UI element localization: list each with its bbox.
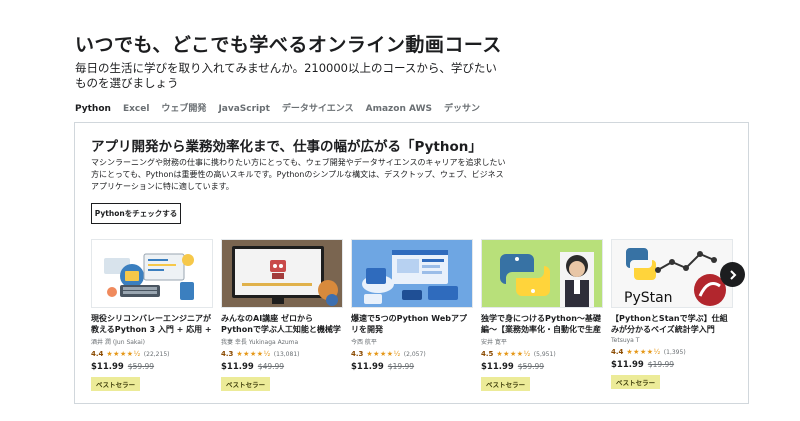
course-instructor: 今西 航平 [351, 339, 377, 346]
current-price: $11.99 [91, 362, 124, 372]
star-rating-icon: ★★★★½ [106, 350, 141, 358]
course-title: みんなのAI講座 ゼロからPythonで学ぶ人工知能と機械学習 [221, 314, 341, 334]
original-price: $49.99 [257, 362, 285, 371]
rating-count: (1,395) [663, 348, 686, 356]
bestseller-badge: ベストセラー [221, 377, 271, 391]
course-title: 独学で身につけるPython〜基礎編〜【業務効率化・自動化で生産性向上】 [481, 314, 601, 334]
panel-description: マシンラーニングや財務の仕事に携わりたい方にとっても、ウェブ開発やデータサイエン… [91, 158, 506, 191]
course-thumbnail [481, 239, 603, 308]
tab-python[interactable]: Python [75, 101, 111, 117]
page-title: いつでも、どこでも学べるオンライン動画コース [75, 34, 502, 56]
original-price: $19.99 [647, 360, 675, 369]
topic-panel: アプリ開発から業務効率化まで、仕事の幅が広がる「Python」 マシンラーニング… [74, 122, 749, 404]
current-price: $11.99 [351, 362, 384, 372]
price-row: $11.99 $49.99 [221, 362, 343, 372]
current-price: $11.99 [481, 362, 514, 372]
course-title: 爆速で5つのPython Webアプリを開発 [351, 314, 467, 334]
course-thumbnail [91, 239, 213, 308]
rating-row: 4.3 ★★★★½ (13,081) [221, 349, 343, 359]
course-title: 現役シリコンバレーエンジニアが教えるPython 3 入門 + 応用 + アメリ… [91, 314, 212, 334]
rating-value: 4.3 [351, 350, 364, 358]
rating-row: 4.4 ★★★★½ (1,395) [611, 347, 733, 357]
course-instructor: 酒井 潤 (Jun Sakai) [91, 339, 145, 346]
panel-heading: アプリ開発から業務効率化まで、仕事の幅が広がる「Python」 [91, 139, 482, 155]
current-price: $11.99 [611, 360, 644, 370]
current-price: $11.99 [221, 362, 254, 372]
bestseller-badge: ベストセラー [481, 377, 531, 391]
course-instructor: Tetsuya T [611, 337, 640, 344]
bestseller-badge: ベストセラー [91, 377, 141, 391]
rating-value: 4.4 [91, 350, 104, 358]
course-card[interactable]: 爆速で5つのPython Webアプリを開発 今西 航平 4.3 ★★★★½ (… [351, 239, 473, 391]
course-card[interactable]: PyStan 【PythonとStanで学ぶ】仕組みが分かるベイズ統計学入門 T… [611, 239, 733, 391]
course-card[interactable]: 独学で身につけるPython〜基礎編〜【業務効率化・自動化で生産性向上】 安井 … [481, 239, 603, 391]
price-row: $11.99 $59.99 [91, 362, 213, 372]
original-price: $59.99 [127, 362, 155, 371]
pystan-logo-text: PyStan [624, 290, 673, 306]
explore-python-button[interactable]: Pythonをチェックする [91, 203, 181, 224]
star-rating-icon: ★★★★½ [366, 350, 401, 358]
rating-count: (2,057) [403, 350, 426, 358]
tab-web-dev[interactable]: ウェブ開発 [161, 101, 206, 117]
bestseller-badge: ベストセラー [611, 375, 661, 389]
tab-javascript[interactable]: JavaScript [218, 101, 269, 117]
price-row: $11.99 $19.99 [611, 360, 733, 370]
tab-amazon-aws[interactable]: Amazon AWS [366, 101, 432, 117]
course-carousel: 現役シリコンバレーエンジニアが教えるPython 3 入門 + 応用 + アメリ… [91, 239, 733, 391]
star-rating-icon: ★★★★½ [236, 350, 271, 358]
price-row: $11.99 $19.99 [351, 362, 473, 372]
tab-excel[interactable]: Excel [123, 101, 149, 117]
course-instructor: 安井 寛平 [481, 339, 507, 346]
course-card[interactable]: 現役シリコンバレーエンジニアが教えるPython 3 入門 + 応用 + アメリ… [91, 239, 213, 391]
rating-value: 4.4 [611, 348, 624, 356]
rating-count: (13,081) [273, 350, 300, 358]
page-subtitle: 毎日の生活に学びを取り入れてみませんか。210000以上のコースから、学びたいも… [75, 61, 497, 90]
chevron-right-icon [729, 269, 736, 280]
course-instructor: 我妻 幸長 Yukinaga Azuma [221, 339, 299, 346]
star-rating-icon: ★★★★½ [496, 350, 531, 358]
course-title: 【PythonとStanで学ぶ】仕組みが分かるベイズ統計学入門 [611, 314, 728, 334]
price-row: $11.99 $59.99 [481, 362, 603, 372]
course-thumbnail [221, 239, 343, 308]
rating-row: 4.5 ★★★★½ (5,951) [481, 349, 603, 359]
course-thumbnail: PyStan [611, 239, 733, 308]
tab-drawing[interactable]: デッサン [444, 101, 480, 117]
rating-value: 4.3 [221, 350, 234, 358]
star-rating-icon: ★★★★½ [626, 348, 661, 356]
course-thumbnail [351, 239, 473, 308]
rating-count: (22,215) [143, 350, 170, 358]
rating-count: (5,951) [533, 350, 556, 358]
tab-data-science[interactable]: データサイエンス [282, 101, 354, 117]
original-price: $19.99 [387, 362, 415, 371]
carousel-next-button[interactable] [720, 262, 745, 287]
rating-value: 4.5 [481, 350, 494, 358]
rating-row: 4.3 ★★★★½ (2,057) [351, 349, 473, 359]
rating-row: 4.4 ★★★★½ (22,215) [91, 349, 213, 359]
topic-tabs: Python Excel ウェブ開発 JavaScript データサイエンス A… [75, 101, 492, 117]
original-price: $59.99 [517, 362, 545, 371]
course-card[interactable]: みんなのAI講座 ゼロからPythonで学ぶ人工知能と機械学習 我妻 幸長 Yu… [221, 239, 343, 391]
